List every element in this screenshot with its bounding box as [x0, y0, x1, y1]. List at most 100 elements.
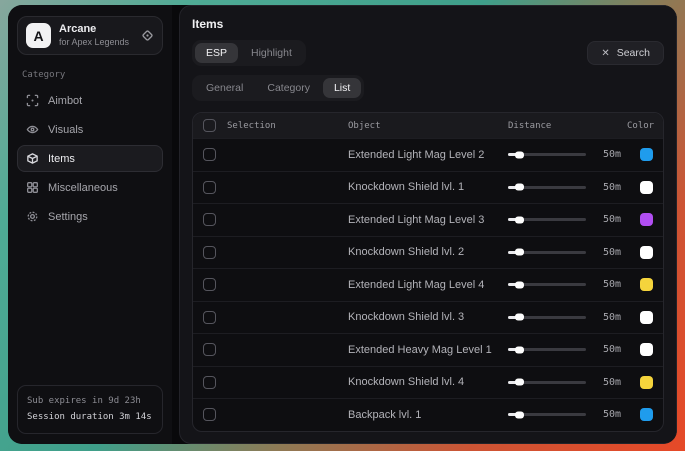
app-subtitle: for Apex Legends [59, 37, 133, 48]
sidebar-item-label: Items [48, 153, 75, 165]
distance-slider[interactable] [508, 186, 586, 189]
sidebar-item-label: Visuals [48, 124, 83, 136]
sidebar: A Arcane for Apex Legends Category Aimbo [8, 5, 172, 444]
row-checkbox[interactable] [203, 343, 216, 356]
slider-thumb[interactable] [515, 411, 524, 418]
slider-thumb[interactable] [515, 314, 524, 321]
main-panel: Items ESP Highlight ✕ Search General Cat… [179, 5, 677, 444]
items-table: Selection Object Distance Color Extended… [192, 112, 664, 432]
blocks-icon [26, 181, 39, 194]
table-row: Knockdown Shield lvl. 1 50m [193, 171, 663, 204]
distance-slider[interactable] [508, 153, 586, 156]
tab-highlight[interactable]: Highlight [240, 43, 303, 63]
row-checkbox[interactable] [203, 376, 216, 389]
color-swatch[interactable] [640, 278, 653, 291]
object-name: Extended Heavy Mag Level 1 [348, 344, 508, 356]
distance-value: 50m [595, 409, 621, 420]
color-swatch[interactable] [640, 213, 653, 226]
distance-slider[interactable] [508, 348, 586, 351]
sidebar-item-items[interactable]: Items [17, 145, 163, 172]
object-name: Knockdown Shield lvl. 3 [348, 311, 508, 323]
app-logo: A [26, 23, 51, 48]
app-name: Arcane [59, 23, 133, 37]
tab-list[interactable]: List [323, 78, 361, 98]
sidebar-section-label: Category [22, 70, 158, 80]
tab-esp[interactable]: ESP [195, 43, 238, 63]
object-name: Knockdown Shield lvl. 1 [348, 181, 508, 193]
sidebar-item-miscellaneous[interactable]: Miscellaneous [17, 174, 163, 201]
distance-value: 50m [595, 247, 621, 258]
select-all-checkbox[interactable] [203, 119, 216, 132]
emblem-icon[interactable] [141, 29, 154, 42]
tab-general[interactable]: General [195, 78, 254, 98]
session-info-card: Sub expires in 9d 23h Session duration 3… [17, 385, 163, 434]
distance-slider[interactable] [508, 381, 586, 384]
tab-category[interactable]: Category [256, 78, 321, 98]
sub-expiry-text: Sub expires in 9d 23h [27, 394, 153, 409]
object-name: Backpack lvl. 1 [348, 409, 508, 421]
object-name: Knockdown Shield lvl. 4 [348, 376, 508, 388]
table-body: Extended Light Mag Level 2 50m [193, 138, 663, 431]
color-swatch[interactable] [640, 311, 653, 324]
column-header-object: Object [348, 121, 508, 131]
table-row: Knockdown Shield lvl. 4 50m [193, 366, 663, 399]
row-checkbox[interactable] [203, 278, 216, 291]
object-name: Extended Light Mag Level 2 [348, 149, 508, 161]
distance-slider[interactable] [508, 218, 586, 221]
row-checkbox[interactable] [203, 148, 216, 161]
distance-value: 50m [595, 214, 621, 225]
app-meta: Arcane for Apex Legends [59, 23, 133, 48]
color-swatch[interactable] [640, 181, 653, 194]
distance-value: 50m [595, 312, 621, 323]
search-button[interactable]: ✕ Search [587, 41, 664, 65]
session-duration-text: Session duration 3m 14s [27, 410, 153, 425]
table-row: Extended Heavy Mag Level 1 50m [193, 333, 663, 366]
crosshair-icon [26, 94, 39, 107]
row-checkbox[interactable] [203, 181, 216, 194]
app-header-card: A Arcane for Apex Legends [17, 16, 163, 55]
sidebar-item-visuals[interactable]: Visuals [17, 116, 163, 143]
row-checkbox[interactable] [203, 246, 216, 259]
slider-thumb[interactable] [515, 346, 524, 353]
sidebar-item-label: Aimbot [48, 95, 82, 107]
distance-slider[interactable] [508, 316, 586, 319]
sidebar-item-label: Settings [48, 211, 88, 223]
row-checkbox[interactable] [203, 311, 216, 324]
sidebar-item-settings[interactable]: Settings [17, 203, 163, 230]
mode-tab-group: ESP Highlight [192, 40, 306, 66]
distance-slider[interactable] [508, 413, 586, 416]
row-checkbox[interactable] [203, 213, 216, 226]
gear-icon [26, 210, 39, 223]
distance-value: 50m [595, 149, 621, 160]
color-swatch[interactable] [640, 376, 653, 389]
table-row: Backpack lvl. 1 50m [193, 398, 663, 431]
distance-slider[interactable] [508, 251, 586, 254]
slider-thumb[interactable] [515, 379, 524, 386]
app-window: A Arcane for Apex Legends Category Aimbo [8, 5, 677, 444]
sidebar-item-aimbot[interactable]: Aimbot [17, 87, 163, 114]
color-swatch[interactable] [640, 408, 653, 421]
table-header: Selection Object Distance Color [193, 113, 663, 138]
color-swatch[interactable] [640, 148, 653, 161]
column-header-color: Color [627, 121, 653, 131]
row-checkbox[interactable] [203, 408, 216, 421]
color-swatch[interactable] [640, 246, 653, 259]
table-row: Knockdown Shield lvl. 2 50m [193, 236, 663, 269]
color-swatch[interactable] [640, 343, 653, 356]
slider-thumb[interactable] [515, 249, 524, 256]
close-icon: ✕ [601, 48, 609, 59]
slider-thumb[interactable] [515, 184, 524, 191]
slider-thumb[interactable] [515, 216, 524, 223]
slider-thumb[interactable] [515, 151, 524, 158]
table-row: Knockdown Shield lvl. 3 50m [193, 301, 663, 334]
table-row: Extended Light Mag Level 3 50m [193, 203, 663, 236]
distance-slider[interactable] [508, 283, 586, 286]
object-name: Extended Light Mag Level 3 [348, 214, 508, 226]
slider-thumb[interactable] [515, 281, 524, 288]
page-title: Items [192, 17, 664, 31]
distance-value: 50m [595, 377, 621, 388]
object-name: Knockdown Shield lvl. 2 [348, 246, 508, 258]
table-row: Extended Light Mag Level 4 50m [193, 268, 663, 301]
view-tab-group: General Category List [192, 75, 364, 101]
search-button-label: Search [617, 47, 650, 59]
